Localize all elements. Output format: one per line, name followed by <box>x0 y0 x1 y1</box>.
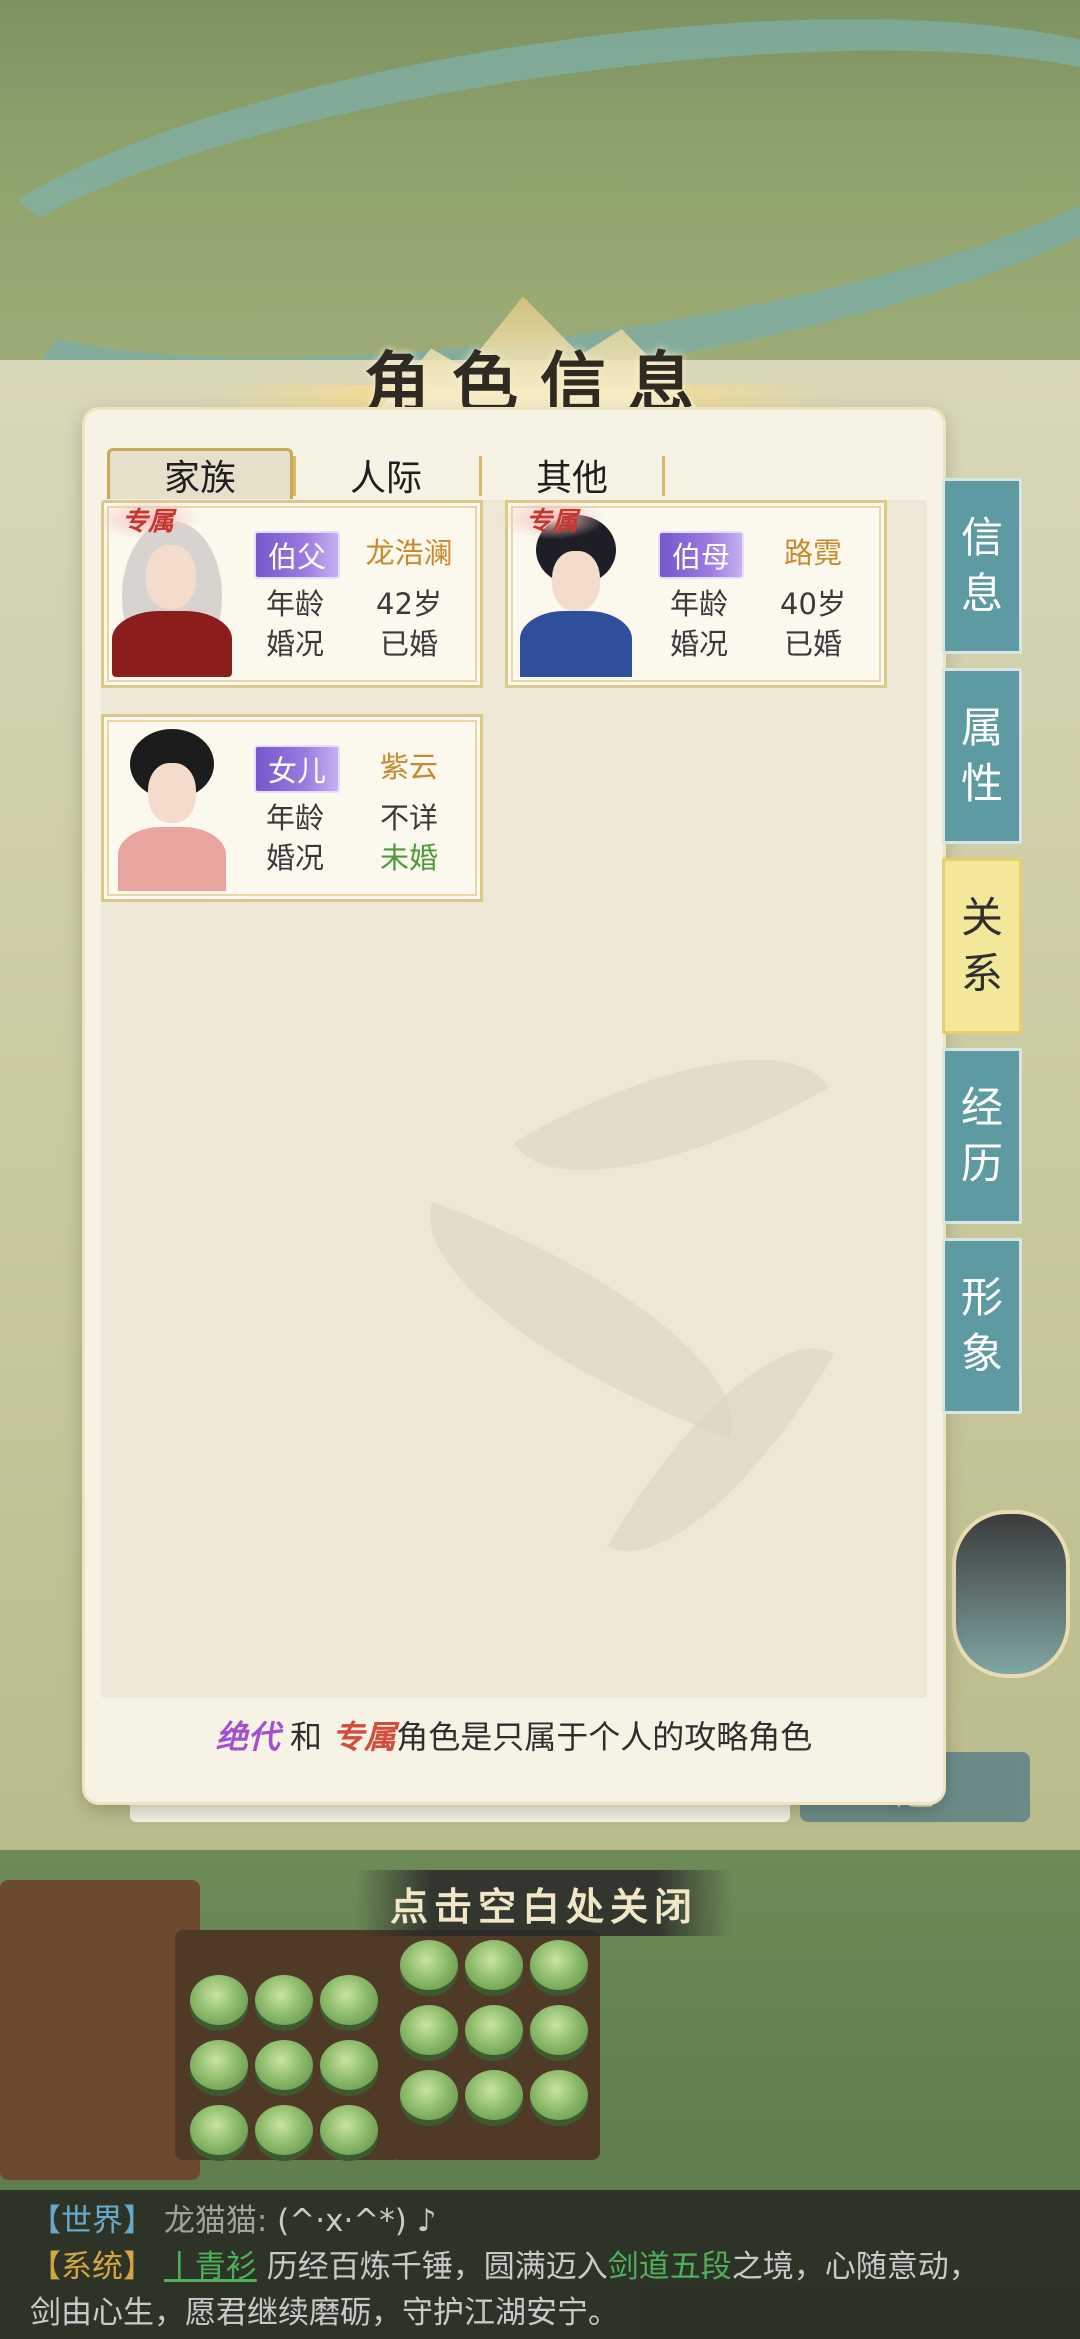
portrait-robe <box>112 611 232 677</box>
relation-badge: 伯母 <box>658 531 744 579</box>
tab-other-label: 其他 <box>535 458 608 499</box>
highlight-rank: 剑道五段 <box>607 2249 732 2285</box>
character-name: 紫云 <box>379 750 438 784</box>
tab-family-label: 家族 <box>163 458 236 499</box>
tab-social-label: 人际 <box>349 458 422 499</box>
age-value: 42岁 <box>376 587 442 621</box>
cabbage <box>530 2005 588 2055</box>
system-channel-tag: 【系统】 <box>30 2249 154 2285</box>
relations-list: 专属 伯父 龙浩澜 年龄 42岁 婚况 已婚 专属 伯母 路霓 年龄 40岁 婚… <box>101 500 927 1698</box>
cabbage <box>530 2070 588 2120</box>
cabbage <box>400 2070 458 2120</box>
side-tab-label: 信 息 <box>960 513 1003 618</box>
marital-value: 已婚 <box>379 627 438 661</box>
cabbage <box>320 2040 378 2090</box>
footnote: 绝代 和 专属角色是只属于个人的攻略角色 <box>85 1712 943 1758</box>
peerless-tag: 绝代 <box>215 1718 280 1756</box>
wooden-deck <box>0 1880 200 2180</box>
npc-portrait-icon[interactable] <box>952 1510 1070 1678</box>
daughter-portrait <box>112 729 232 891</box>
side-tab-info[interactable]: 信 息 <box>942 478 1022 654</box>
cabbage <box>465 1940 523 1990</box>
relation-badge: 伯父 <box>254 531 340 579</box>
portrait-face <box>148 763 196 823</box>
age-label: 年龄 <box>265 801 324 835</box>
aunt-portrait <box>516 515 636 677</box>
side-tab-history[interactable]: 经 历 <box>942 1048 1022 1224</box>
side-tab-label: 关 系 <box>960 893 1003 998</box>
bamboo-leaf-decoration <box>513 992 829 1238</box>
marital-label: 婚况 <box>265 841 324 875</box>
cabbage <box>255 2040 313 2090</box>
footnote-text: 角色是只属于个人的攻略角色 <box>396 1718 813 1756</box>
chat-message: 【世界】 龙猫猫: (^·x·^*) ♪ <box>30 2198 1050 2244</box>
bamboo-leaf-decoration <box>391 1202 771 1438</box>
marital-value: 未婚 <box>379 841 438 875</box>
cabbage <box>400 2005 458 2055</box>
close-hint-label: 点击空白处关闭 <box>389 1883 698 1929</box>
portrait-robe <box>520 611 632 677</box>
marital-value: 已婚 <box>783 627 842 661</box>
tab-social[interactable]: 人际 <box>293 448 479 502</box>
tab-other[interactable]: 其他 <box>479 448 665 502</box>
portrait-robe <box>118 827 226 891</box>
cabbage <box>320 1975 378 2025</box>
cabbage <box>400 1940 458 1990</box>
age-label: 年龄 <box>265 587 324 621</box>
cabbage <box>255 1975 313 2025</box>
relation-card[interactable]: 专属 伯父 龙浩澜 年龄 42岁 婚况 已婚 <box>101 500 483 688</box>
relation-card[interactable]: 女儿 紫云 年龄 不详 婚况 未婚 <box>101 714 483 902</box>
category-tabs: 家族 人际 其他 <box>107 448 665 502</box>
cabbage <box>190 2040 248 2090</box>
relation-card[interactable]: 专属 伯母 路霓 年龄 40岁 婚况 已婚 <box>500 500 887 688</box>
chat-text: (^·x·^*) ♪ <box>277 2203 437 2239</box>
chat-message-continued: 剑由心生，愿君继续磨砺，守护江湖安宁。 <box>30 2290 1050 2336</box>
exclusive-tag: 专属 <box>500 500 604 539</box>
chat-panel[interactable]: 【世界】 龙猫猫: (^·x·^*) ♪ 【系统】 丨青衫 历经百炼千锤，圆满迈… <box>0 2190 1080 2339</box>
chat-text: 历经百炼千锤，圆满迈入 <box>256 2249 608 2285</box>
relation-badge: 女儿 <box>254 745 340 793</box>
chat-text: 之境，心随意动， <box>731 2249 980 2285</box>
cabbage <box>190 2105 248 2155</box>
exclusive-tag: 专属 <box>101 500 200 539</box>
character-name: 龙浩澜 <box>365 536 453 570</box>
age-label: 年龄 <box>669 587 728 621</box>
marital-label: 婚况 <box>669 627 728 661</box>
player-link[interactable]: 丨青衫 <box>164 2249 257 2285</box>
side-tab-label: 形 象 <box>960 1273 1003 1378</box>
side-tabs: 信 息 属 性 关 系 经 历 形 象 <box>942 478 1024 1428</box>
footnote-and: 和 <box>279 1718 333 1756</box>
close-hint[interactable]: 点击空白处关闭 <box>356 1870 732 1936</box>
exclusive-tag-text: 专属 <box>332 1718 397 1756</box>
chat-message: 【系统】 丨青衫 历经百炼千锤，圆满迈入剑道五段之境，心随意动， <box>30 2244 1050 2290</box>
world-channel-tag: 【世界】 <box>30 2203 154 2239</box>
cabbage <box>190 1975 248 2025</box>
side-tab-relations[interactable]: 关 系 <box>942 858 1022 1034</box>
chat-text: 剑由心生，愿君继续磨砺，守护江湖安宁。 <box>30 2295 619 2331</box>
marital-label: 婚况 <box>265 627 324 661</box>
side-tab-attributes[interactable]: 属 性 <box>942 668 1022 844</box>
age-value: 不详 <box>379 801 438 835</box>
portrait-face <box>552 551 600 611</box>
side-tab-label: 经 历 <box>960 1083 1003 1188</box>
character-info-panel: 家族 人际 其他 专属 伯父 龙浩澜 年龄 42岁 婚况 已婚 专属 伯母 路霓… <box>85 410 943 1802</box>
cabbage <box>465 2070 523 2120</box>
side-tab-label: 属 性 <box>960 703 1003 808</box>
cabbage <box>255 2105 313 2155</box>
age-value: 40岁 <box>780 587 846 621</box>
side-tab-appearance[interactable]: 形 象 <box>942 1238 1022 1414</box>
tab-family[interactable]: 家族 <box>107 448 293 499</box>
cabbage <box>530 1940 588 1990</box>
cabbage <box>320 2105 378 2155</box>
chat-sender: 龙猫猫: <box>163 2203 268 2239</box>
uncle-portrait <box>112 515 232 677</box>
cabbage <box>465 2005 523 2055</box>
portrait-face <box>146 545 196 609</box>
character-name: 路霓 <box>783 536 842 570</box>
